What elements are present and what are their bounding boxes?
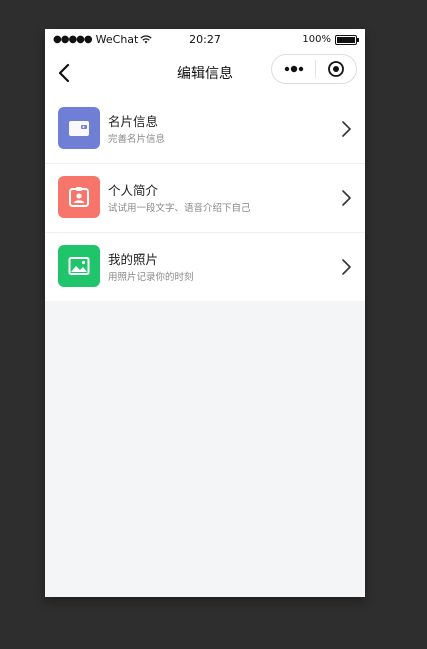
status-right: 100% [302, 34, 359, 45]
mini-program-capsule [271, 54, 357, 84]
item-title: 个人简介 [108, 183, 159, 198]
battery-icon [335, 34, 359, 45]
navigation-bar: 编辑信息 [45, 51, 365, 95]
item-title: 名片信息 [108, 114, 159, 129]
item-subtitle: 完善名片信息 [108, 134, 166, 145]
list-item-card-info[interactable]: 名片信息 完善名片信息 [45, 95, 365, 164]
target-circle-icon[interactable] [327, 60, 345, 78]
item-title: 我的照片 [108, 252, 159, 267]
settings-list: 名片信息 完善名片信息 个人简介 试试用一段文字、语音介绍下自己 我的照片 用照… [45, 95, 365, 301]
status-bar: ●●●●● WeChat 20:27 100% [45, 29, 365, 51]
capsule-divider [315, 60, 316, 78]
id-badge-icon [58, 176, 100, 218]
battery-percent: 100% [302, 34, 331, 45]
item-subtitle: 试试用一段文字、语音介绍下自己 [108, 203, 251, 214]
list-item-profile-intro[interactable]: 个人简介 试试用一段文字、语音介绍下自己 [45, 164, 365, 233]
list-item-my-photos[interactable]: 我的照片 用照片记录你的时刻 [45, 233, 365, 301]
chevron-right-icon [342, 259, 351, 275]
more-dots-icon[interactable] [284, 65, 304, 73]
photo-icon [58, 245, 100, 287]
item-subtitle: 用照片记录你的时刻 [108, 272, 194, 283]
chevron-right-icon [342, 121, 351, 137]
wallet-card-icon [58, 107, 100, 149]
chevron-right-icon [342, 190, 351, 206]
phone-screen: ●●●●● WeChat 20:27 100% 编辑信息 名片信息 完善名片信息… [45, 29, 365, 597]
